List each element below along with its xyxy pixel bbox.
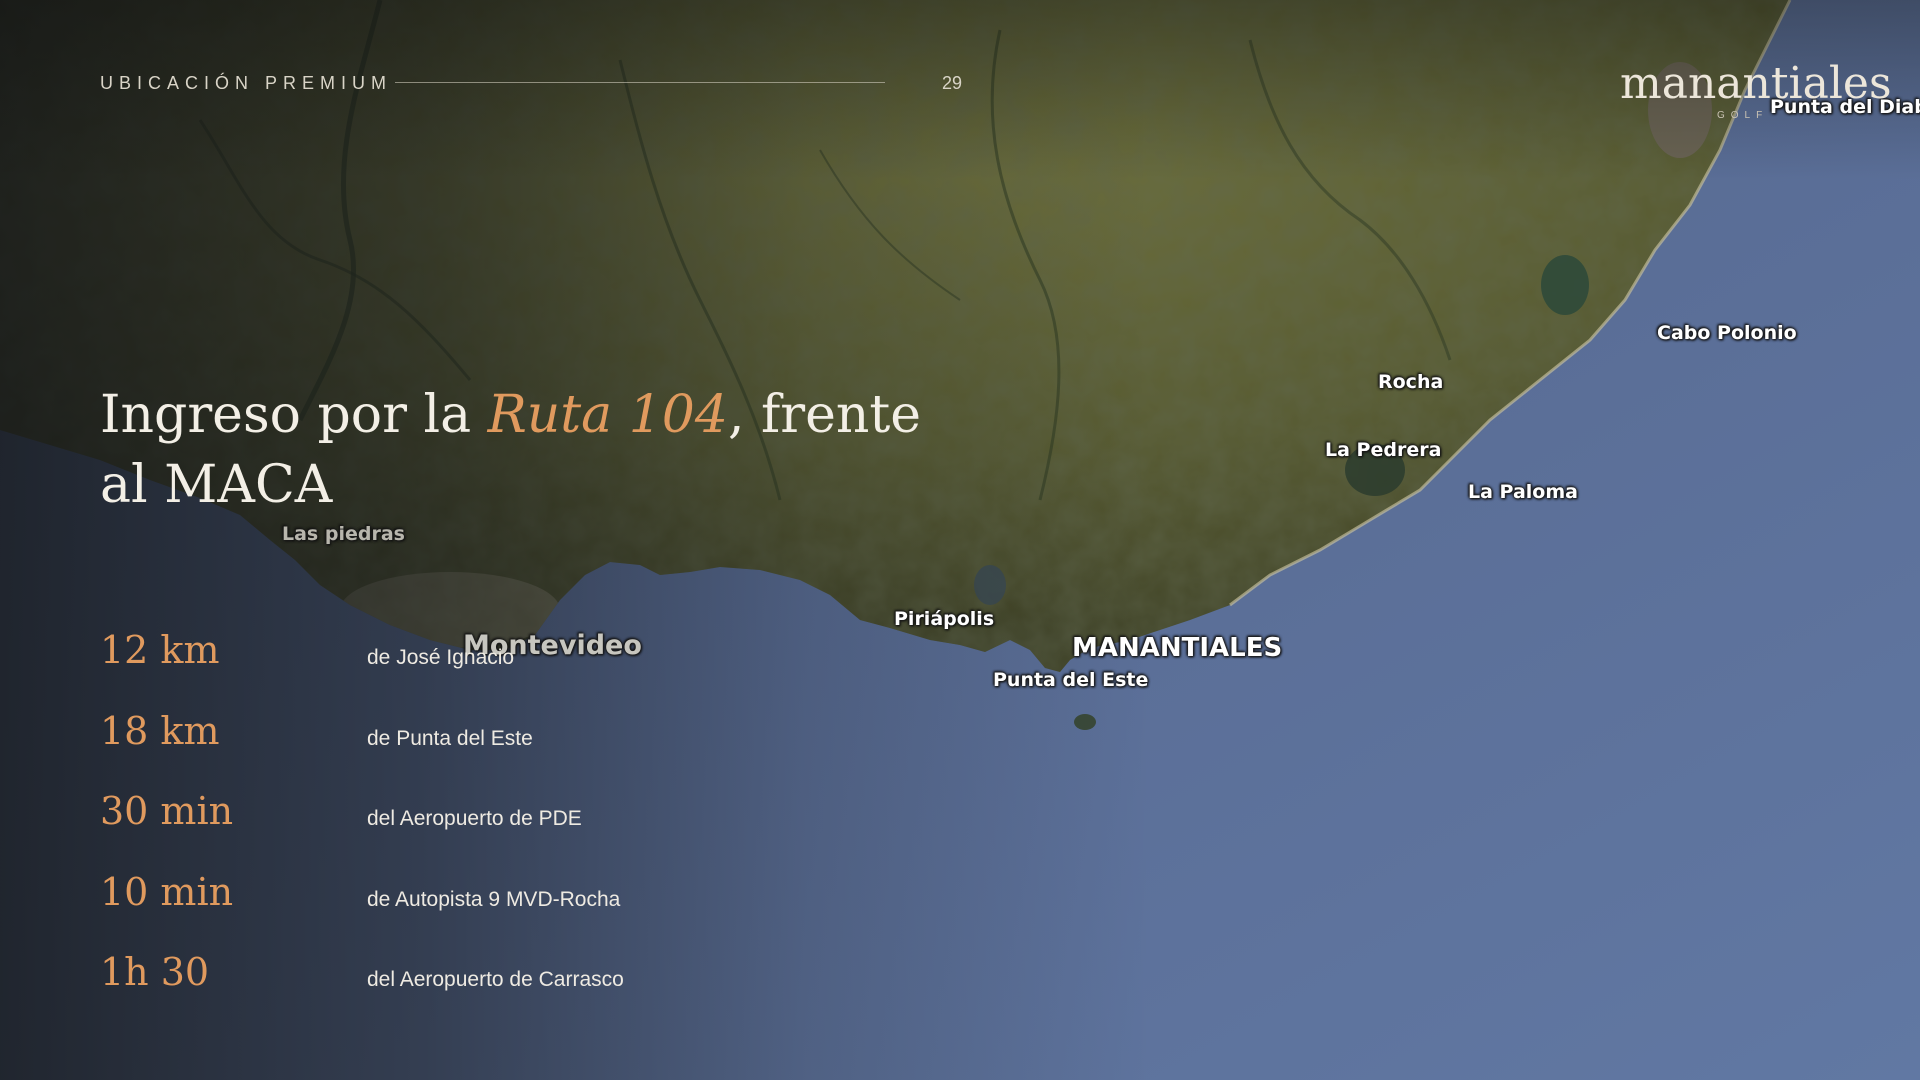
distance-description: del Aeropuerto de Carrasco bbox=[367, 968, 624, 991]
headline: Ingreso por la Ruta 104, frente al MACA bbox=[100, 380, 940, 520]
page-number: 29 bbox=[942, 73, 963, 93]
headline-accent: Ruta 104 bbox=[487, 385, 728, 445]
distance-row: 10 min de Autopista 9 MVD-Rocha bbox=[100, 870, 800, 951]
distance-value: 10 min bbox=[100, 869, 234, 914]
slide: Punta del Diablo Cabo Polonio Rocha La P… bbox=[0, 0, 1920, 1080]
map-label-cabo-polonio: Cabo Polonio bbox=[1657, 322, 1797, 344]
map-label-la-paloma: La Paloma bbox=[1468, 481, 1578, 503]
distance-description: de Punta del Este bbox=[367, 726, 533, 750]
distance-list: 12 km de José Ignacio 18 km de Punta del… bbox=[100, 628, 800, 1031]
distance-value: 18 km bbox=[100, 708, 220, 753]
distance-row: 1h 30 del Aeropuerto de Carrasco bbox=[100, 950, 800, 1031]
logo-wordmark: manantiales bbox=[1620, 58, 1892, 109]
map-label-piriapolis: Piriápolis bbox=[894, 608, 995, 630]
brand-logo: manantiales GOLF bbox=[1620, 58, 1892, 128]
distance-value: 1h 30 bbox=[100, 950, 210, 994]
map-label-manantiales: MANANTIALES bbox=[1072, 633, 1283, 663]
headline-part1: Ingreso por la bbox=[100, 385, 488, 445]
header-divider bbox=[395, 82, 885, 83]
map-label-las-piedras: Las piedras bbox=[282, 523, 405, 545]
distance-description: de José Ignacio bbox=[367, 646, 515, 669]
distance-description: de Autopista 9 MVD-Rocha bbox=[367, 887, 621, 911]
logo-subtitle: GOLF bbox=[1717, 110, 1769, 121]
map-label-punta-del-este: Punta del Este bbox=[993, 669, 1149, 691]
distance-row: 12 km de José Ignacio bbox=[100, 628, 800, 709]
distance-row: 30 min del Aeropuerto de PDE bbox=[100, 789, 800, 870]
map-label-la-pedrera: La Pedrera bbox=[1325, 439, 1442, 461]
section-label: UBICACIÓN PREMIUM bbox=[100, 73, 393, 93]
distance-value: 30 min bbox=[100, 789, 234, 833]
distance-description: del Aeropuerto de PDE bbox=[367, 807, 582, 830]
distance-value: 12 km bbox=[100, 628, 220, 672]
distance-row: 18 km de Punta del Este bbox=[100, 709, 800, 790]
map-label-rocha: Rocha bbox=[1378, 371, 1444, 393]
